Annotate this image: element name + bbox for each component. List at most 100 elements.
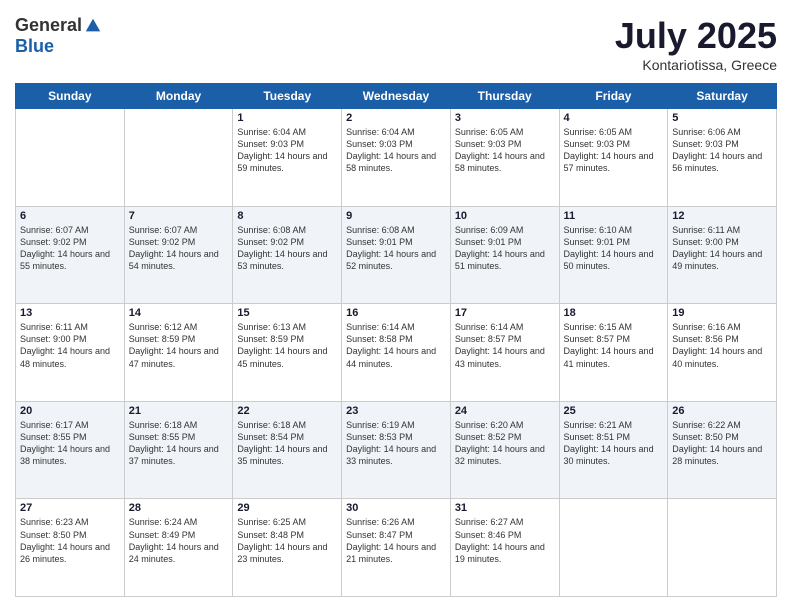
calendar-cell: 1 Sunrise: 6:04 AM Sunset: 9:03 PM Daylig… <box>233 109 342 207</box>
calendar-cell: 6Sunrise: 6:07 AM Sunset: 9:02 PM Daylig… <box>16 206 125 304</box>
day-info: Sunrise: 6:21 AM Sunset: 8:51 PM Dayligh… <box>564 419 664 468</box>
day-info: Sunrise: 6:14 AM Sunset: 8:58 PM Dayligh… <box>346 321 446 370</box>
calendar-cell: 22 Sunrise: 6:18 AM Sunset: 8:54 PM Dayli… <box>233 401 342 499</box>
day-info: Sunrise: 6:11 AM Sunset: 9:00 PM Dayligh… <box>672 224 772 273</box>
calendar-row-1: 1 Sunrise: 6:04 AM Sunset: 9:03 PM Daylig… <box>16 109 777 207</box>
calendar-cell: 21 Sunrise: 6:18 AM Sunset: 8:55 PM Dayli… <box>124 401 233 499</box>
logo-icon <box>84 17 102 35</box>
page: General Blue July 2025 Kontariotissa, Gr… <box>0 0 792 612</box>
day-number: 16 <box>346 307 446 319</box>
calendar-cell: 27 Sunrise: 6:23 AM Sunset: 8:50 PM Dayli… <box>16 499 125 597</box>
day-info: Sunrise: 6:10 AM Sunset: 9:01 PM Dayligh… <box>564 224 664 273</box>
day-number: 24 <box>455 405 555 417</box>
calendar-header-row: Sunday Monday Tuesday Wednesday Thursday… <box>16 84 777 109</box>
calendar-cell: 24Sunrise: 6:20 AM Sunset: 8:52 PM Dayli… <box>450 401 559 499</box>
calendar-cell: 8Sunrise: 6:08 AM Sunset: 9:02 PM Daylig… <box>233 206 342 304</box>
day-info: Sunrise: 6:24 AM Sunset: 8:49 PM Dayligh… <box>129 516 229 565</box>
calendar-cell: 10Sunrise: 6:09 AM Sunset: 9:01 PM Dayli… <box>450 206 559 304</box>
calendar-cell: 20Sunrise: 6:17 AM Sunset: 8:55 PM Dayli… <box>16 401 125 499</box>
calendar-cell: 19 Sunrise: 6:16 AM Sunset: 8:56 PM Dayli… <box>668 304 777 402</box>
day-info: Sunrise: 6:18 AM Sunset: 8:55 PM Dayligh… <box>129 419 229 468</box>
day-info: Sunrise: 6:04 AM Sunset: 9:03 PM Dayligh… <box>237 126 337 175</box>
day-info: Sunrise: 6:23 AM Sunset: 8:50 PM Dayligh… <box>20 516 120 565</box>
day-number: 25 <box>564 405 664 417</box>
day-info: Sunrise: 6:22 AM Sunset: 8:50 PM Dayligh… <box>672 419 772 468</box>
calendar-cell <box>16 109 125 207</box>
day-info: Sunrise: 6:18 AM Sunset: 8:54 PM Dayligh… <box>237 419 337 468</box>
calendar-cell: 23 Sunrise: 6:19 AM Sunset: 8:53 PM Dayli… <box>342 401 451 499</box>
calendar-cell: 30Sunrise: 6:26 AM Sunset: 8:47 PM Dayli… <box>342 499 451 597</box>
col-tuesday: Tuesday <box>233 84 342 109</box>
day-info: Sunrise: 6:17 AM Sunset: 8:55 PM Dayligh… <box>20 419 120 468</box>
logo-general-text: General <box>15 15 82 36</box>
calendar-row-4: 20Sunrise: 6:17 AM Sunset: 8:55 PM Dayli… <box>16 401 777 499</box>
day-info: Sunrise: 6:19 AM Sunset: 8:53 PM Dayligh… <box>346 419 446 468</box>
calendar-cell: 26 Sunrise: 6:22 AM Sunset: 8:50 PM Dayli… <box>668 401 777 499</box>
day-number: 31 <box>455 502 555 514</box>
day-number: 4 <box>564 112 664 124</box>
day-number: 26 <box>672 405 772 417</box>
calendar-cell: 11 Sunrise: 6:10 AM Sunset: 9:01 PM Dayli… <box>559 206 668 304</box>
calendar-cell: 2Sunrise: 6:04 AM Sunset: 9:03 PM Daylig… <box>342 109 451 207</box>
calendar-row-2: 6Sunrise: 6:07 AM Sunset: 9:02 PM Daylig… <box>16 206 777 304</box>
day-number: 28 <box>129 502 229 514</box>
day-number: 14 <box>129 307 229 319</box>
day-info: Sunrise: 6:08 AM Sunset: 9:02 PM Dayligh… <box>237 224 337 273</box>
day-info: Sunrise: 6:07 AM Sunset: 9:02 PM Dayligh… <box>20 224 120 273</box>
logo: General Blue <box>15 15 102 57</box>
month-title: July 2025 <box>615 15 777 57</box>
day-info: Sunrise: 6:15 AM Sunset: 8:57 PM Dayligh… <box>564 321 664 370</box>
day-info: Sunrise: 6:07 AM Sunset: 9:02 PM Dayligh… <box>129 224 229 273</box>
day-number: 12 <box>672 210 772 222</box>
calendar-cell: 3 Sunrise: 6:05 AM Sunset: 9:03 PM Daylig… <box>450 109 559 207</box>
day-number: 10 <box>455 210 555 222</box>
col-sunday: Sunday <box>16 84 125 109</box>
calendar-cell: 14 Sunrise: 6:12 AM Sunset: 8:59 PM Dayli… <box>124 304 233 402</box>
calendar-cell: 18Sunrise: 6:15 AM Sunset: 8:57 PM Dayli… <box>559 304 668 402</box>
day-info: Sunrise: 6:06 AM Sunset: 9:03 PM Dayligh… <box>672 126 772 175</box>
col-saturday: Saturday <box>668 84 777 109</box>
day-number: 22 <box>237 405 337 417</box>
day-number: 7 <box>129 210 229 222</box>
day-number: 17 <box>455 307 555 319</box>
calendar-cell: 25 Sunrise: 6:21 AM Sunset: 8:51 PM Dayli… <box>559 401 668 499</box>
calendar-cell: 31 Sunrise: 6:27 AM Sunset: 8:46 PM Dayli… <box>450 499 559 597</box>
day-info: Sunrise: 6:16 AM Sunset: 8:56 PM Dayligh… <box>672 321 772 370</box>
day-number: 11 <box>564 210 664 222</box>
calendar-row-3: 13Sunrise: 6:11 AM Sunset: 9:00 PM Dayli… <box>16 304 777 402</box>
day-number: 1 <box>237 112 337 124</box>
calendar-cell: 12 Sunrise: 6:11 AM Sunset: 9:00 PM Dayli… <box>668 206 777 304</box>
calendar-cell: 13Sunrise: 6:11 AM Sunset: 9:00 PM Dayli… <box>16 304 125 402</box>
day-info: Sunrise: 6:27 AM Sunset: 8:46 PM Dayligh… <box>455 516 555 565</box>
calendar-row-5: 27 Sunrise: 6:23 AM Sunset: 8:50 PM Dayli… <box>16 499 777 597</box>
calendar-cell <box>559 499 668 597</box>
day-number: 3 <box>455 112 555 124</box>
day-number: 30 <box>346 502 446 514</box>
day-number: 23 <box>346 405 446 417</box>
calendar-cell: 17Sunrise: 6:14 AM Sunset: 8:57 PM Dayli… <box>450 304 559 402</box>
day-info: Sunrise: 6:05 AM Sunset: 9:03 PM Dayligh… <box>455 126 555 175</box>
day-info: Sunrise: 6:11 AM Sunset: 9:00 PM Dayligh… <box>20 321 120 370</box>
day-number: 27 <box>20 502 120 514</box>
day-number: 5 <box>672 112 772 124</box>
calendar-cell: 7 Sunrise: 6:07 AM Sunset: 9:02 PM Daylig… <box>124 206 233 304</box>
day-number: 29 <box>237 502 337 514</box>
day-info: Sunrise: 6:05 AM Sunset: 9:03 PM Dayligh… <box>564 126 664 175</box>
calendar-cell: 29 Sunrise: 6:25 AM Sunset: 8:48 PM Dayli… <box>233 499 342 597</box>
calendar-cell <box>668 499 777 597</box>
day-number: 21 <box>129 405 229 417</box>
day-info: Sunrise: 6:12 AM Sunset: 8:59 PM Dayligh… <box>129 321 229 370</box>
day-info: Sunrise: 6:04 AM Sunset: 9:03 PM Dayligh… <box>346 126 446 175</box>
col-wednesday: Wednesday <box>342 84 451 109</box>
col-thursday: Thursday <box>450 84 559 109</box>
day-info: Sunrise: 6:13 AM Sunset: 8:59 PM Dayligh… <box>237 321 337 370</box>
calendar-cell: 5 Sunrise: 6:06 AM Sunset: 9:03 PM Daylig… <box>668 109 777 207</box>
col-monday: Monday <box>124 84 233 109</box>
calendar-cell <box>124 109 233 207</box>
day-number: 15 <box>237 307 337 319</box>
location-title: Kontariotissa, Greece <box>615 57 777 73</box>
calendar-cell: 16 Sunrise: 6:14 AM Sunset: 8:58 PM Dayli… <box>342 304 451 402</box>
day-number: 19 <box>672 307 772 319</box>
col-friday: Friday <box>559 84 668 109</box>
day-info: Sunrise: 6:25 AM Sunset: 8:48 PM Dayligh… <box>237 516 337 565</box>
